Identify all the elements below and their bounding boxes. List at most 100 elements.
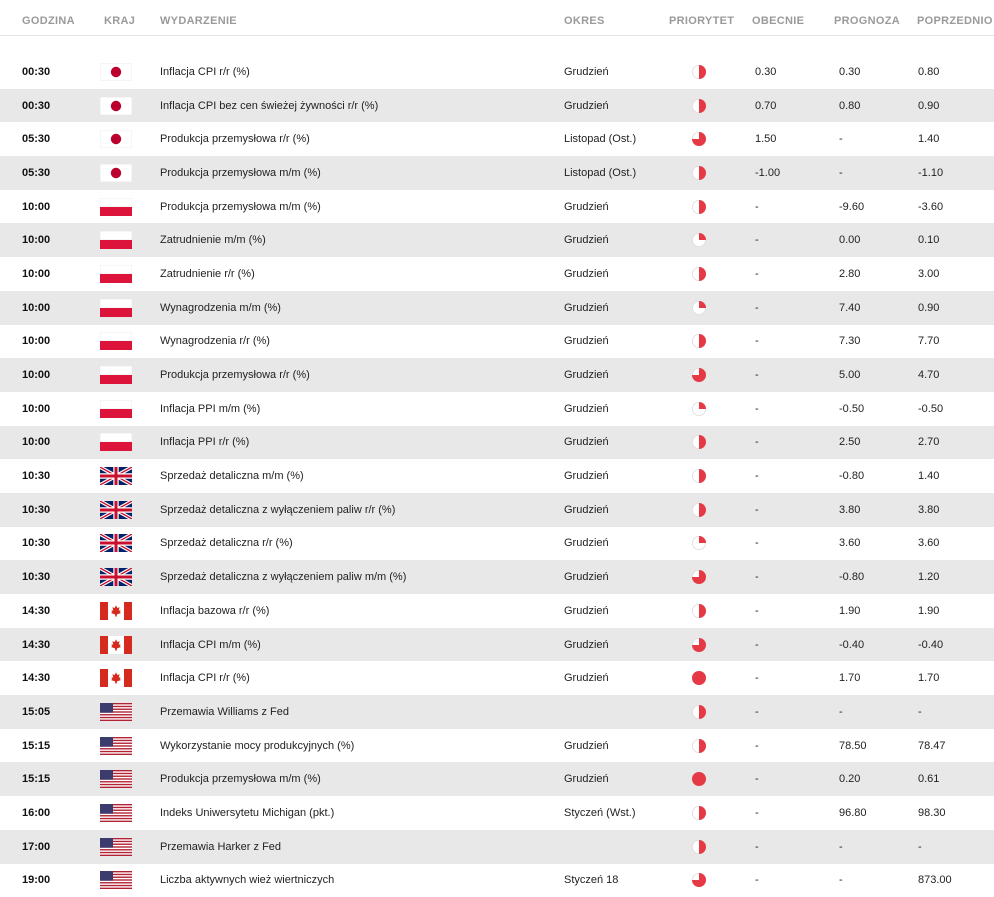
column-header-forecast[interactable]: PROGNOZA <box>834 15 900 27</box>
event-time: 10:00 <box>22 402 51 415</box>
event-name[interactable]: Zatrudnienie r/r (%) <box>160 268 255 280</box>
actual-value: 0.70 <box>755 99 777 112</box>
event-name[interactable]: Inflacja CPI r/r (%) <box>160 66 250 78</box>
event-name[interactable]: Sprzedaż detaliczna z wyłączeniem paliw … <box>160 504 395 516</box>
column-header-previous[interactable]: POPRZEDNIO <box>917 15 993 27</box>
event-name[interactable]: Sprzedaż detaliczna z wyłączeniem paliw … <box>160 571 406 583</box>
table-row[interactable]: 14:30 Inflacja CPI r/r (%) Grudzień - 1.… <box>0 661 994 695</box>
priority-pie-icon <box>692 671 706 686</box>
event-name[interactable]: Wynagrodzenia m/m (%) <box>160 302 281 314</box>
table-row[interactable]: 19:00 Liczba aktywnych wież wiertniczych… <box>0 864 994 897</box>
event-name[interactable]: Wykorzystanie mocy produkcyjnych (%) <box>160 740 354 752</box>
priority-pie-icon <box>692 233 706 248</box>
table-row[interactable]: 14:30 Inflacja bazowa r/r (%) Grudzień -… <box>0 594 994 628</box>
forecast-value: -0.80 <box>839 571 865 584</box>
event-name[interactable]: Inflacja CPI bez cen świeżej żywności r/… <box>160 100 378 112</box>
event-name[interactable]: Liczba aktywnych wież wiertniczych <box>160 874 334 886</box>
column-header-country[interactable]: KRAJ <box>104 15 135 27</box>
table-row[interactable]: 10:30 Sprzedaż detaliczna z wyłączeniem … <box>0 560 994 594</box>
table-row[interactable]: 10:00 Inflacja PPI m/m (%) Grudzień - -0… <box>0 392 994 426</box>
table-row[interactable]: 17:00 Przemawia Harker z Fed - - - <box>0 829 994 864</box>
table-row[interactable]: 15:15 Produkcja przemysłowa m/m (%) Grud… <box>0 762 994 797</box>
country-flag-icon <box>100 635 132 654</box>
event-name[interactable]: Inflacja CPI r/r (%) <box>160 672 250 684</box>
event-name[interactable]: Sprzedaż detaliczna r/r (%) <box>160 537 293 549</box>
event-name[interactable]: Inflacja PPI r/r (%) <box>160 436 249 448</box>
event-name[interactable]: Produkcja przemysłowa r/r (%) <box>160 369 310 381</box>
event-time: 16:00 <box>22 806 51 819</box>
table-row[interactable]: 00:30 Inflacja CPI bez cen świeżej żywno… <box>0 88 994 123</box>
table-row[interactable]: 10:00 Zatrudnienie m/m (%) Grudzień - 0.… <box>0 223 994 258</box>
actual-value: - <box>755 301 759 314</box>
country-flag-icon <box>100 500 132 519</box>
event-time: 10:30 <box>22 503 51 516</box>
country-flag-icon <box>100 366 132 385</box>
forecast-value: - <box>839 874 843 887</box>
previous-value: 0.10 <box>918 234 940 247</box>
event-period: Grudzień <box>564 369 609 382</box>
forecast-value: 2.80 <box>839 267 861 280</box>
event-time: 10:00 <box>22 267 51 280</box>
event-period: Grudzień <box>564 402 609 415</box>
table-row[interactable]: 10:00 Wynagrodzenia m/m (%) Grudzień - 7… <box>0 290 994 325</box>
event-period: Grudzień <box>564 638 609 651</box>
country-flag-icon <box>100 62 132 81</box>
table-row[interactable]: 10:30 Sprzedaż detaliczna m/m (%) Grudzi… <box>0 459 994 493</box>
column-header-event[interactable]: WYDARZENIE <box>160 15 237 27</box>
country-flag-icon <box>100 163 132 182</box>
table-row[interactable]: 10:30 Sprzedaż detaliczna z wyłączeniem … <box>0 492 994 527</box>
table-row[interactable]: 16:00 Indeks Uniwersytetu Michigan (pkt.… <box>0 796 994 830</box>
column-header-actual[interactable]: OBECNIE <box>752 15 804 27</box>
table-row[interactable]: 10:00 Zatrudnienie r/r (%) Grudzień - 2.… <box>0 257 994 291</box>
forecast-value: 0.00 <box>839 234 861 247</box>
table-row[interactable]: 10:00 Wynagrodzenia r/r (%) Grudzień - 7… <box>0 325 994 359</box>
column-header-time[interactable]: GODZINA <box>22 15 75 27</box>
event-time: 19:00 <box>22 874 51 887</box>
event-name[interactable]: Wynagrodzenia r/r (%) <box>160 335 270 347</box>
priority-pie-icon <box>692 165 706 180</box>
event-name[interactable]: Przemawia Williams z Fed <box>160 706 289 718</box>
table-row[interactable]: 10:00 Produkcja przemysłowa r/r (%) Grud… <box>0 358 994 392</box>
forecast-value: 78.50 <box>839 739 867 752</box>
event-time: 00:30 <box>22 99 51 112</box>
actual-value: - <box>755 470 759 483</box>
table-row[interactable]: 15:15 Wykorzystanie mocy produkcyjnych (… <box>0 729 994 763</box>
event-period: Grudzień <box>564 335 609 348</box>
table-row[interactable]: 14:30 Inflacja CPI m/m (%) Grudzień - -0… <box>0 627 994 662</box>
previous-value: 0.61 <box>918 773 940 786</box>
event-period: Grudzień <box>564 470 609 483</box>
event-time: 10:00 <box>22 301 51 314</box>
previous-value: 7.70 <box>918 335 940 348</box>
table-row[interactable]: 10:00 Inflacja PPI r/r (%) Grudzień - 2.… <box>0 425 994 460</box>
event-name[interactable]: Produkcja przemysłowa m/m (%) <box>160 773 321 785</box>
forecast-value: -9.60 <box>839 200 865 213</box>
event-name[interactable]: Produkcja przemysłowa r/r (%) <box>160 133 310 145</box>
table-row[interactable]: 15:05 Przemawia Williams z Fed - - - <box>0 695 994 729</box>
event-name[interactable]: Produkcja przemysłowa m/m (%) <box>160 201 321 213</box>
column-header-priority[interactable]: PRIORYTET <box>669 15 734 27</box>
event-name[interactable]: Sprzedaż detaliczna m/m (%) <box>160 470 304 482</box>
event-name[interactable]: Produkcja przemysłowa m/m (%) <box>160 167 321 179</box>
event-name[interactable]: Indeks Uniwersytetu Michigan (pkt.) <box>160 807 334 819</box>
column-header-period[interactable]: OKRES <box>564 15 605 27</box>
previous-value: 873.00 <box>918 874 952 887</box>
actual-value: - <box>755 638 759 651</box>
table-row[interactable]: 10:30 Sprzedaż detaliczna r/r (%) Grudzi… <box>0 527 994 561</box>
previous-value: 1.70 <box>918 672 940 685</box>
event-name[interactable]: Inflacja CPI m/m (%) <box>160 639 261 651</box>
event-name[interactable]: Przemawia Harker z Fed <box>160 841 281 853</box>
table-row[interactable]: 10:00 Produkcja przemysłowa m/m (%) Grud… <box>0 190 994 224</box>
priority-pie-icon <box>692 536 706 551</box>
event-name[interactable]: Zatrudnienie m/m (%) <box>160 234 266 246</box>
country-flag-icon <box>100 736 132 755</box>
event-time: 15:05 <box>22 705 51 718</box>
table-row[interactable]: 00:30 Inflacja CPI r/r (%) Grudzień 0.30… <box>0 55 994 89</box>
table-row[interactable]: 05:30 Produkcja przemysłowa m/m (%) List… <box>0 156 994 190</box>
country-flag-icon <box>100 568 132 587</box>
event-name[interactable]: Inflacja bazowa r/r (%) <box>160 605 269 617</box>
table-row[interactable]: 05:30 Produkcja przemysłowa r/r (%) List… <box>0 122 994 156</box>
actual-value: - <box>755 604 759 617</box>
actual-value: - <box>755 267 759 280</box>
priority-pie-icon <box>692 637 706 652</box>
event-name[interactable]: Inflacja PPI m/m (%) <box>160 403 260 415</box>
